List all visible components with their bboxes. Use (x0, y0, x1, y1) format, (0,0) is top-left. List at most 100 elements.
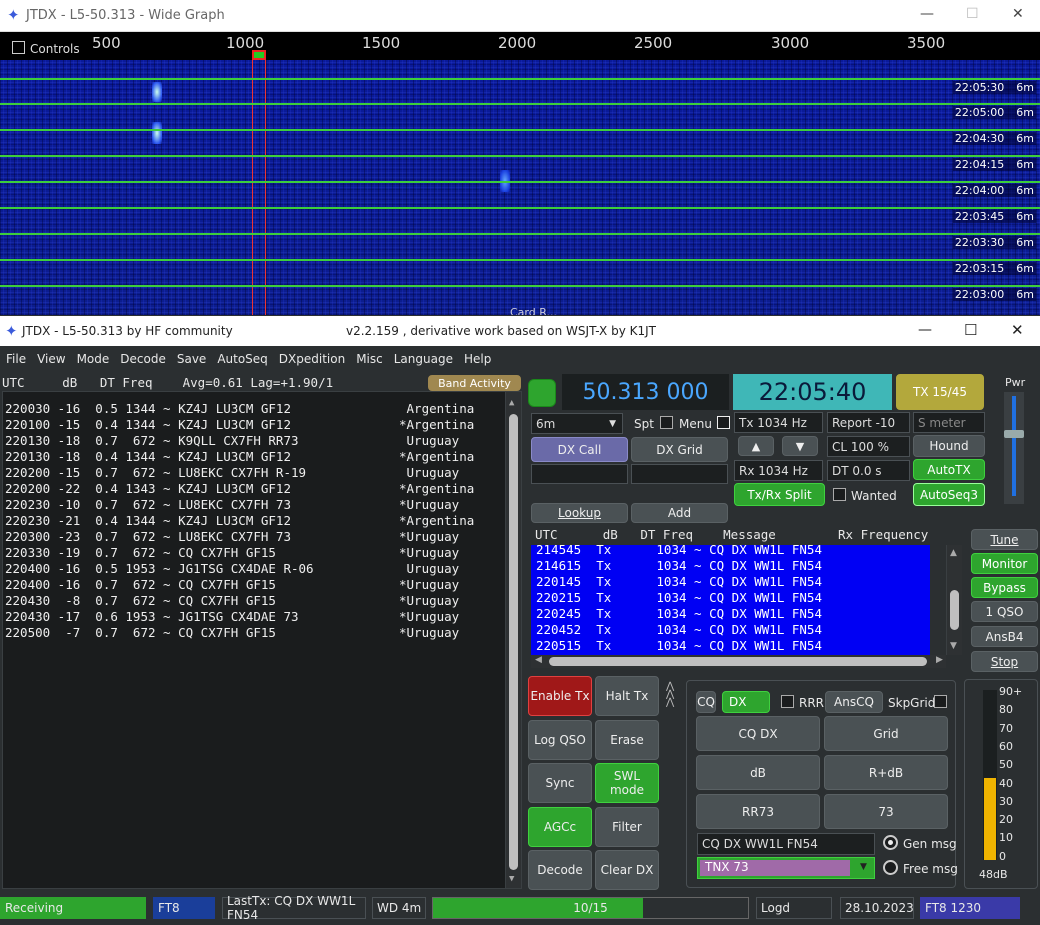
dx-call-button[interactable]: DX Call (531, 437, 628, 462)
band-activity-scrollbar[interactable]: ▲ ▼ (505, 392, 521, 888)
lookup-button[interactable]: Lookup (531, 503, 628, 523)
list-item[interactable]: 220130 -18 0.4 1344 ~ KZ4J LU3CM GF12 *Ar… (5, 449, 521, 465)
list-item[interactable]: 220230 -21 0.4 1344 ~ KZ4J LU3CM GF12 *Ar… (5, 513, 521, 529)
smeter-field[interactable]: S meter (913, 412, 985, 433)
down-arrow-button[interactable]: ▼ (782, 436, 818, 456)
rx-list-item[interactable]: 220515 Tx 1034 ~ CQ DX WW1L FN54 (531, 638, 930, 654)
tab-arrows-icon[interactable]: ⋀ ⋀ ⋀ (666, 682, 674, 708)
tx-frequency-marker[interactable] (252, 50, 266, 60)
list-item[interactable]: 220400 -16 0.5 1953 ~ JG1TSG CX4DAE R-06… (5, 561, 521, 577)
button-filter[interactable]: Filter (595, 807, 659, 847)
list-item[interactable]: 220100 -15 0.4 1344 ~ KZ4J LU3CM GF12 *Ar… (5, 417, 521, 433)
side-button-tune[interactable]: Tune (971, 529, 1038, 550)
list-item[interactable]: 220500 -7 0.7 672 ~ CQ CX7FH GF15 *Urugua… (5, 625, 521, 641)
power-slider[interactable] (1004, 392, 1024, 504)
menu-item-help[interactable]: Help (458, 346, 496, 366)
button-swl-mode[interactable]: SWL mode (595, 763, 659, 803)
rx-list-item[interactable]: 214615 Tx 1034 ~ CQ DX WW1L FN54 (531, 558, 930, 574)
gen-msg-radio[interactable] (883, 835, 898, 850)
list-item[interactable]: 220200 -15 0.7 672 ~ LU8EKC CX7FH R-19 U… (5, 465, 521, 481)
cl-spinbox[interactable]: CL 100 % (827, 436, 910, 457)
gen-msg-field[interactable]: CQ DX WW1L FN54 (697, 833, 875, 855)
menu-item-language[interactable]: Language (388, 346, 458, 366)
list-item[interactable]: 220430 -17 0.6 1953 ~ JG1TSG CX4DAE 73 *U… (5, 609, 521, 625)
button-agcc[interactable]: AGCc (528, 807, 592, 847)
close-icon[interactable]: ✕ (1012, 6, 1024, 22)
report-spinbox[interactable]: Report -10 (827, 412, 910, 433)
menu-item-save[interactable]: Save (171, 346, 211, 366)
list-item[interactable]: 220300 -23 0.7 672 ~ LU8EKC CX7FH 73 *Uru… (5, 529, 521, 545)
menu-item-view[interactable]: View (31, 346, 70, 366)
dx-grid-field[interactable] (631, 464, 728, 484)
menu-item-mode[interactable]: Mode (71, 346, 115, 366)
tx-period-button[interactable]: TX 15/45 (896, 374, 984, 410)
up-arrow-button[interactable]: ▲ (738, 436, 774, 456)
side-button-monitor[interactable]: Monitor (971, 553, 1038, 574)
band-select[interactable]: 6m ▼ (531, 413, 623, 434)
list-item[interactable]: 220230 -10 0.7 672 ~ LU8EKC CX7FH 73 *Uru… (5, 497, 521, 513)
anscq-button[interactable]: AnsCQ (825, 691, 883, 713)
rx-list-item[interactable]: 220452 Tx 1034 ~ CQ DX WW1L FN54 (531, 622, 930, 638)
list-item[interactable]: 220130 -18 0.7 672 ~ K9QLL CX7FH RR73 Ur… (5, 433, 521, 449)
rx-frequency-spinbox[interactable]: Rx 1034 Hz (734, 460, 823, 481)
side-button-1qso[interactable]: 1 QSO (971, 601, 1038, 622)
tx-message-button-1[interactable]: CQ DX (696, 716, 820, 751)
side-button-bypass[interactable]: Bypass (971, 577, 1038, 598)
tx-message-button-2[interactable]: Grid (824, 716, 948, 751)
menu-item-autoseq[interactable]: AutoSeq (211, 346, 272, 366)
button-halt-tx[interactable]: Halt Tx (595, 676, 659, 716)
rx-frequency-list[interactable]: 214545 Tx 1034 ~ CQ DX WW1L FN54 214615 T… (531, 545, 930, 655)
list-item[interactable]: 220430 -8 0.7 672 ~ CQ CX7FH GF15 *Urugua… (5, 593, 521, 609)
tx-message-button-3[interactable]: dB (696, 755, 820, 790)
menu-item-decode[interactable]: Decode (114, 346, 171, 366)
dx-call-field[interactable] (531, 464, 628, 484)
waterfall-display[interactable]: 22:05:30 6m 22:05:00 6m 22:04:30 6m 22:04:15 6m… (0, 60, 1040, 315)
rx-list-item[interactable]: 220215 Tx 1034 ~ CQ DX WW1L FN54 (531, 590, 930, 606)
menu-item-misc[interactable]: Misc (350, 346, 388, 366)
menu-item-file[interactable]: File (0, 346, 31, 366)
add-button[interactable]: Add (631, 503, 728, 523)
rrr-checkbox[interactable] (781, 695, 794, 708)
free-msg-combobox[interactable]: TNX 73 ▼ (697, 857, 875, 879)
tx-frequency-spinbox[interactable]: Tx 1034 Hz (734, 412, 823, 433)
dx-grid-button[interactable]: DX Grid (631, 437, 728, 462)
skpgrid-checkbox[interactable] (934, 695, 947, 708)
menu-checkbox[interactable] (717, 416, 730, 429)
button-erase[interactable]: Erase (595, 720, 659, 760)
maximize-icon[interactable]: ☐ (966, 6, 979, 22)
side-button-stop[interactable]: Stop (971, 651, 1038, 672)
rx-pane-hscrollbar[interactable]: ◀ ▶ (531, 655, 946, 668)
tx-rx-split-button[interactable]: Tx/Rx Split (734, 483, 825, 506)
wanted-checkbox[interactable] (833, 488, 846, 501)
close-icon[interactable]: ✕ (1011, 321, 1024, 339)
dt-spinbox[interactable]: DT 0.0 s (827, 460, 910, 481)
button-log-qso[interactable]: Log QSO (528, 720, 592, 760)
tx-message-button-5[interactable]: RR73 (696, 794, 820, 829)
list-item[interactable]: 220030 -16 0.5 1344 ~ KZ4J LU3CM GF12 Ar… (5, 401, 521, 417)
controls-checkbox[interactable] (12, 41, 25, 54)
autotx-button[interactable]: AutoTX (913, 459, 985, 480)
rx-pane-scrollbar[interactable]: ▲ ▼ (946, 545, 962, 655)
minimize-icon[interactable]: — (920, 6, 934, 22)
list-item[interactable]: 220400 -16 0.7 672 ~ CQ CX7FH GF15 *Urugu… (5, 577, 521, 593)
dx-toggle-button[interactable]: DX (722, 691, 770, 713)
button-sync[interactable]: Sync (528, 763, 592, 803)
minimize-icon[interactable]: — (918, 322, 932, 338)
rx-list-item[interactable]: 220245 Tx 1034 ~ CQ DX WW1L FN54 (531, 606, 930, 622)
tx-message-button-6[interactable]: 73 (824, 794, 948, 829)
list-item[interactable]: 220330 -19 0.7 672 ~ CQ CX7FH GF15 *Urugu… (5, 545, 521, 561)
maximize-icon[interactable]: ☐ (964, 321, 977, 339)
free-msg-radio[interactable] (883, 860, 898, 875)
hound-button[interactable]: Hound (913, 435, 985, 457)
button-enable-tx[interactable]: Enable Tx (528, 676, 592, 716)
spt-checkbox[interactable] (660, 416, 673, 429)
cq-button[interactable]: CQ (696, 691, 716, 713)
band-activity-list[interactable]: 220030 -16 0.5 1344 ~ KZ4J LU3CM GF12 Ar… (2, 391, 522, 889)
frequency-display[interactable]: 50.313 000 (562, 374, 729, 410)
button-clear-dx[interactable]: Clear DX (595, 850, 659, 890)
rx-list-item[interactable]: 220145 Tx 1034 ~ CQ DX WW1L FN54 (531, 574, 930, 590)
menu-item-dxpedition[interactable]: DXpedition (273, 346, 350, 366)
autoseq-button[interactable]: AutoSeq3 (913, 483, 985, 506)
band-activity-button[interactable]: Band Activity (428, 375, 521, 391)
button-decode[interactable]: Decode (528, 850, 592, 890)
